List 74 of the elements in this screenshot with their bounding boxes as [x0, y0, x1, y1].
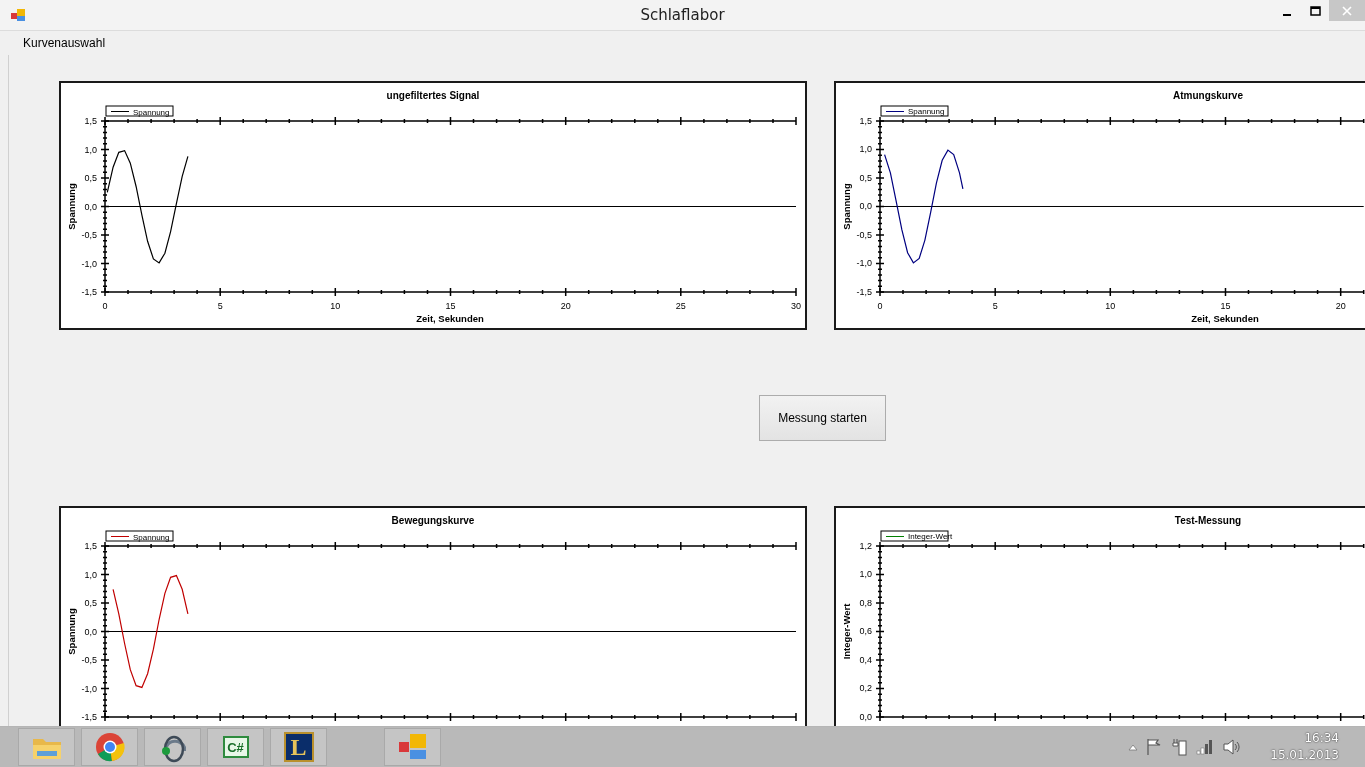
legend-label: Spannung: [133, 532, 170, 542]
y-tick-label: -0,5: [81, 230, 97, 240]
y-tick-label: -1,0: [856, 258, 872, 269]
y-tick-label: 0,2: [859, 683, 872, 694]
y-tick-label: 1,5: [84, 116, 97, 126]
y-tick-label: 0,0: [84, 626, 97, 637]
x-tick-label: 20: [1335, 301, 1346, 311]
x-tick-label: 15: [445, 301, 456, 311]
minimize-icon: [1283, 13, 1291, 16]
y-axis-title: Integer-Wert: [841, 603, 852, 660]
x-tick-label: 10: [330, 301, 341, 311]
chart-title: Atmungskurve: [1173, 90, 1243, 101]
taskbar-button[interactable]: C#: [207, 728, 264, 766]
x-axis-title: Zeit, Sekunden: [416, 313, 484, 324]
show-hidden-icons-icon[interactable]: [1128, 743, 1139, 751]
y-tick-label: 1,5: [84, 541, 97, 551]
menu-item[interactable]: Kurvenauswahl: [16, 34, 113, 52]
maximize-icon: [1309, 5, 1321, 16]
signal-icon[interactable]: [1196, 739, 1215, 755]
x-axis-title: Zeit, Sekunden: [1191, 313, 1259, 324]
start-button[interactable]: Messung starten: [759, 395, 886, 441]
y-tick-label: 0,6: [859, 626, 872, 637]
x-tick-label: 10: [1105, 301, 1116, 311]
chart-title: ungefiltertes Signal: [386, 90, 480, 101]
chart-title: Bewegungskurve: [391, 515, 475, 526]
x-tick-label: 25: [675, 301, 686, 311]
y-tick-label: -1,5: [81, 712, 97, 722]
x-tick-label: 30: [791, 301, 801, 311]
speaker-icon[interactable]: [1222, 738, 1243, 756]
y-tick-label: -1,0: [81, 683, 97, 694]
browser-icon: [94, 732, 125, 762]
y-tick-label: -0,5: [81, 655, 97, 665]
csharp-icon: C#: [222, 736, 249, 758]
windows-form-icon: [396, 732, 429, 762]
y-tick-label: 0,0: [84, 201, 97, 212]
y-tick-label: 0,4: [859, 655, 872, 665]
y-tick-label: 0,8: [859, 598, 872, 608]
app-icon: [11, 9, 25, 21]
y-tick-label: 1,2: [859, 541, 872, 551]
y-tick-label: -1,5: [81, 287, 97, 297]
y-tick-label: 0,0: [859, 712, 872, 722]
legend-label: Integer-Wert: [908, 532, 953, 542]
taskbar-button[interactable]: L: [270, 728, 327, 766]
legend-label: Spannung: [908, 107, 945, 117]
x-tick-label: 5: [217, 301, 223, 311]
y-tick-label: -1,5: [856, 287, 872, 297]
battery-icon[interactable]: [1172, 738, 1189, 756]
x-tick-label: 20: [560, 301, 571, 311]
y-tick-label: 0,0: [859, 201, 872, 212]
chart-title: Test-Messung: [1174, 515, 1242, 526]
x-tick-label: 0: [102, 301, 108, 311]
y-tick-label: 0,5: [84, 598, 97, 608]
taskbar-button[interactable]: [384, 728, 441, 766]
y-tick-label: 1,0: [859, 144, 872, 155]
y-axis-title: Spannung: [66, 183, 77, 230]
x-tick-label: 15: [1220, 301, 1231, 311]
y-tick-label: -0,5: [856, 230, 872, 240]
y-tick-label: 1,0: [859, 569, 872, 580]
y-tick-label: 0,5: [859, 173, 872, 183]
y-tick-label: -1,0: [81, 258, 97, 269]
y-tick-label: 1,0: [84, 144, 97, 155]
legend-label: Spannung: [133, 107, 170, 117]
x-tick-label: 0: [877, 301, 883, 311]
game-icon: L: [283, 732, 314, 762]
y-tick-label: 1,5: [859, 116, 872, 126]
y-tick-label: 1,0: [84, 569, 97, 580]
y-axis-title: Spannung: [841, 183, 852, 230]
x-tick-label: 5: [992, 301, 998, 311]
window-title: Schlaflabor: [639, 6, 726, 24]
taskbar-button[interactable]: [144, 728, 201, 766]
y-axis-title: Spannung: [66, 608, 77, 655]
y-tick-label: 0,5: [84, 173, 97, 183]
close-icon: [1342, 5, 1352, 16]
taskbar-button[interactable]: [81, 728, 138, 766]
